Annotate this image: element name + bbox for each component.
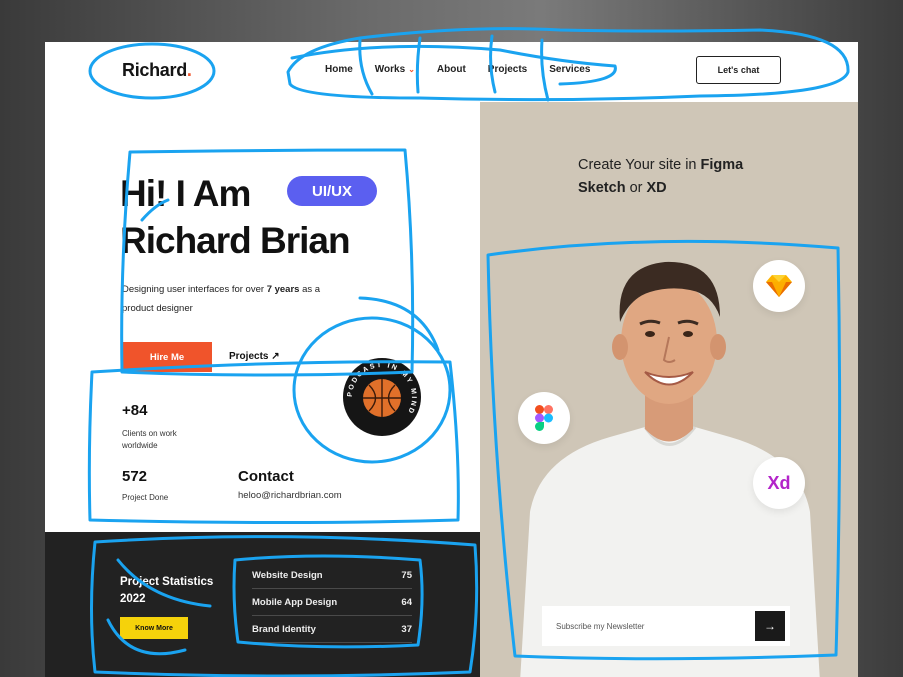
portfolio-page: Richard. Home Works ⌄ About Projects Serv…	[45, 42, 858, 677]
hero-image-panel: Create Your site in Figma Sketch or XD X…	[480, 102, 858, 677]
stat-row: Website Design 75	[252, 562, 412, 589]
clients-count: +84	[122, 402, 148, 419]
site-header: Richard. Home Works ⌄ About Projects Serv…	[45, 42, 858, 102]
figma-icon	[518, 392, 570, 444]
newsletter-submit-button[interactable]: →	[755, 611, 785, 641]
projects-done-count: 572	[122, 468, 148, 485]
xd-icon: Xd	[753, 457, 805, 509]
contact-email[interactable]: heloo@richardbrian.com	[238, 490, 342, 501]
podcast-badge[interactable]: PODCAST IN MY MIND	[343, 358, 421, 436]
stat-value: 75	[401, 569, 412, 581]
tools-headline: Create Your site in Figma Sketch or XD	[578, 157, 744, 196]
nav-projects[interactable]: Projects	[488, 64, 527, 75]
stat-name: Brand Identity	[252, 623, 316, 635]
project-statistics-section: Project Statistics 2022 Know More Websit…	[45, 532, 480, 677]
know-more-button[interactable]: Know More	[120, 617, 188, 639]
stat-value: 37	[401, 623, 412, 635]
project-statistics-title: Project Statistics 2022	[120, 576, 214, 605]
nav-services[interactable]: Services	[549, 64, 590, 75]
lets-chat-button[interactable]: Let's chat	[696, 56, 781, 84]
stat-row: Mobile App Design 64	[252, 589, 412, 616]
main-nav: Home Works ⌄ About Projects Services	[325, 64, 612, 75]
projects-done-label: Project Done	[122, 493, 169, 502]
nav-home[interactable]: Home	[325, 64, 353, 75]
role-tag: UI/UX	[287, 176, 377, 206]
stat-value: 64	[401, 596, 412, 608]
logo[interactable]: Richard.	[122, 60, 192, 81]
newsletter-form: →	[542, 606, 790, 646]
basketball-icon: PODCAST IN MY MIND	[347, 362, 415, 417]
projects-link[interactable]: Projects ↗	[229, 351, 280, 362]
stat-name: Mobile App Design	[252, 596, 338, 608]
contact-title: Contact	[238, 468, 294, 485]
stat-row: Brand Identity 37	[252, 616, 412, 643]
nav-about[interactable]: About	[437, 64, 466, 75]
nav-works[interactable]: Works ⌄	[375, 64, 415, 75]
chevron-down-icon: ⌄	[408, 65, 415, 74]
hire-me-button[interactable]: Hire Me	[122, 342, 212, 372]
newsletter-input[interactable]	[556, 621, 736, 631]
hero-description: Designing user interfaces for over 7 yea…	[122, 284, 321, 314]
clients-label: Clients on work worldwide	[122, 429, 177, 450]
stat-name: Website Design	[252, 569, 323, 581]
sketch-icon	[753, 260, 805, 312]
